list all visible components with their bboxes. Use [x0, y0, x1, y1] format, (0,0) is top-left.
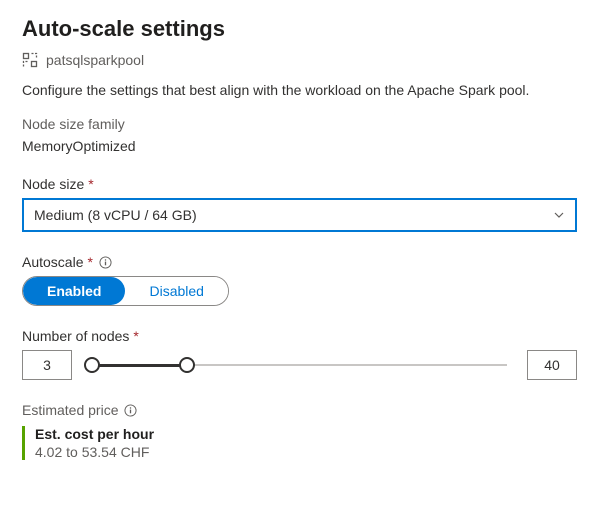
info-icon[interactable] — [124, 404, 137, 417]
nodes-slider[interactable] — [84, 355, 515, 375]
pool-row: patsqlsparkpool — [22, 52, 577, 68]
required-asterisk: * — [133, 328, 138, 344]
page-title: Auto-scale settings — [22, 16, 577, 42]
slider-fill — [92, 364, 187, 367]
node-size-family-value: MemoryOptimized — [22, 138, 577, 154]
autoscale-disabled-button[interactable]: Disabled — [125, 277, 227, 305]
node-size-label: Node size* — [22, 176, 577, 192]
nodes-row — [22, 350, 577, 380]
autoscale-label: Autoscale* — [22, 254, 577, 270]
slider-thumb-max[interactable] — [179, 357, 195, 373]
slider-thumb-min[interactable] — [84, 357, 100, 373]
node-size-dropdown[interactable]: Medium (8 vCPU / 64 GB) — [22, 198, 577, 232]
required-asterisk: * — [88, 176, 93, 192]
est-cost-value: 4.02 to 53.54 CHF — [35, 444, 577, 460]
nodes-label: Number of nodes* — [22, 328, 577, 344]
estimated-price-label: Estimated price — [22, 402, 577, 418]
info-icon[interactable] — [99, 256, 112, 269]
autoscale-enabled-button[interactable]: Enabled — [23, 277, 125, 305]
nodes-min-input[interactable] — [22, 350, 72, 380]
autoscale-toggle[interactable]: Enabled Disabled — [22, 276, 229, 306]
required-asterisk: * — [87, 254, 92, 270]
estimated-price-section: Estimated price Est. cost per hour 4.02 … — [22, 402, 577, 460]
node-size-selected: Medium (8 vCPU / 64 GB) — [34, 207, 197, 223]
spark-pool-icon — [22, 52, 38, 68]
description: Configure the settings that best align w… — [22, 82, 577, 98]
node-size-family-label: Node size family — [22, 116, 577, 132]
nodes-max-input[interactable] — [527, 350, 577, 380]
chevron-down-icon — [553, 209, 565, 221]
estimated-price-box: Est. cost per hour 4.02 to 53.54 CHF — [22, 426, 577, 460]
est-cost-title: Est. cost per hour — [35, 426, 577, 442]
pool-name: patsqlsparkpool — [46, 52, 144, 68]
